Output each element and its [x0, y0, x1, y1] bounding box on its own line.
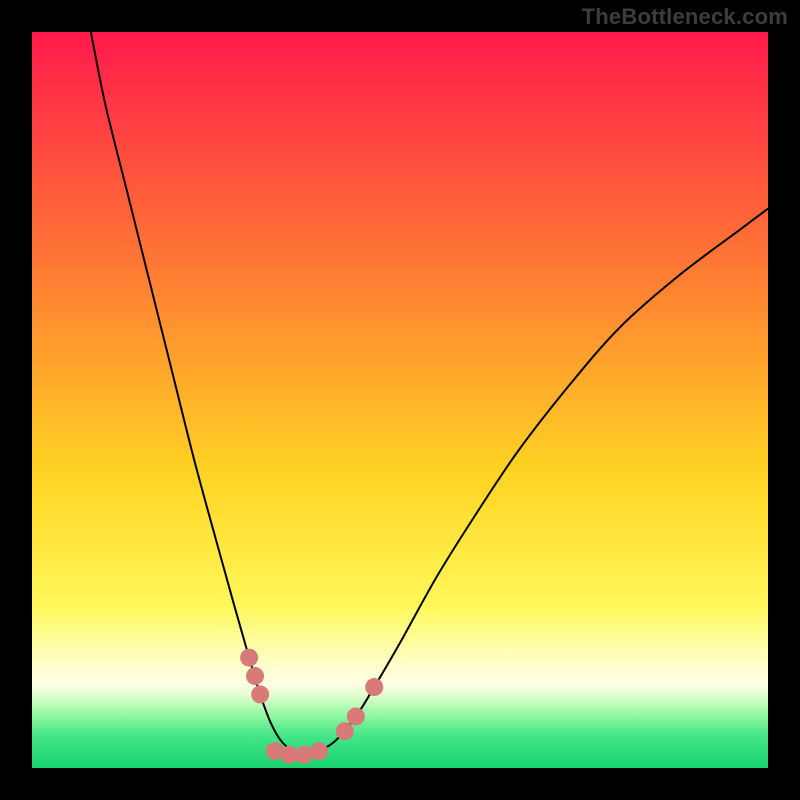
- highlight-dot: [336, 722, 354, 740]
- highlight-dot: [240, 649, 258, 667]
- highlight-dot: [365, 678, 383, 696]
- highlight-dot: [310, 742, 328, 760]
- highlight-dot: [347, 707, 365, 725]
- highlight-dot: [251, 685, 269, 703]
- gradient-background: [32, 32, 768, 768]
- watermark-text: TheBottleneck.com: [582, 4, 788, 30]
- bottleneck-chart: [0, 0, 800, 800]
- highlight-dot: [246, 667, 264, 685]
- chart-frame: TheBottleneck.com: [0, 0, 800, 800]
